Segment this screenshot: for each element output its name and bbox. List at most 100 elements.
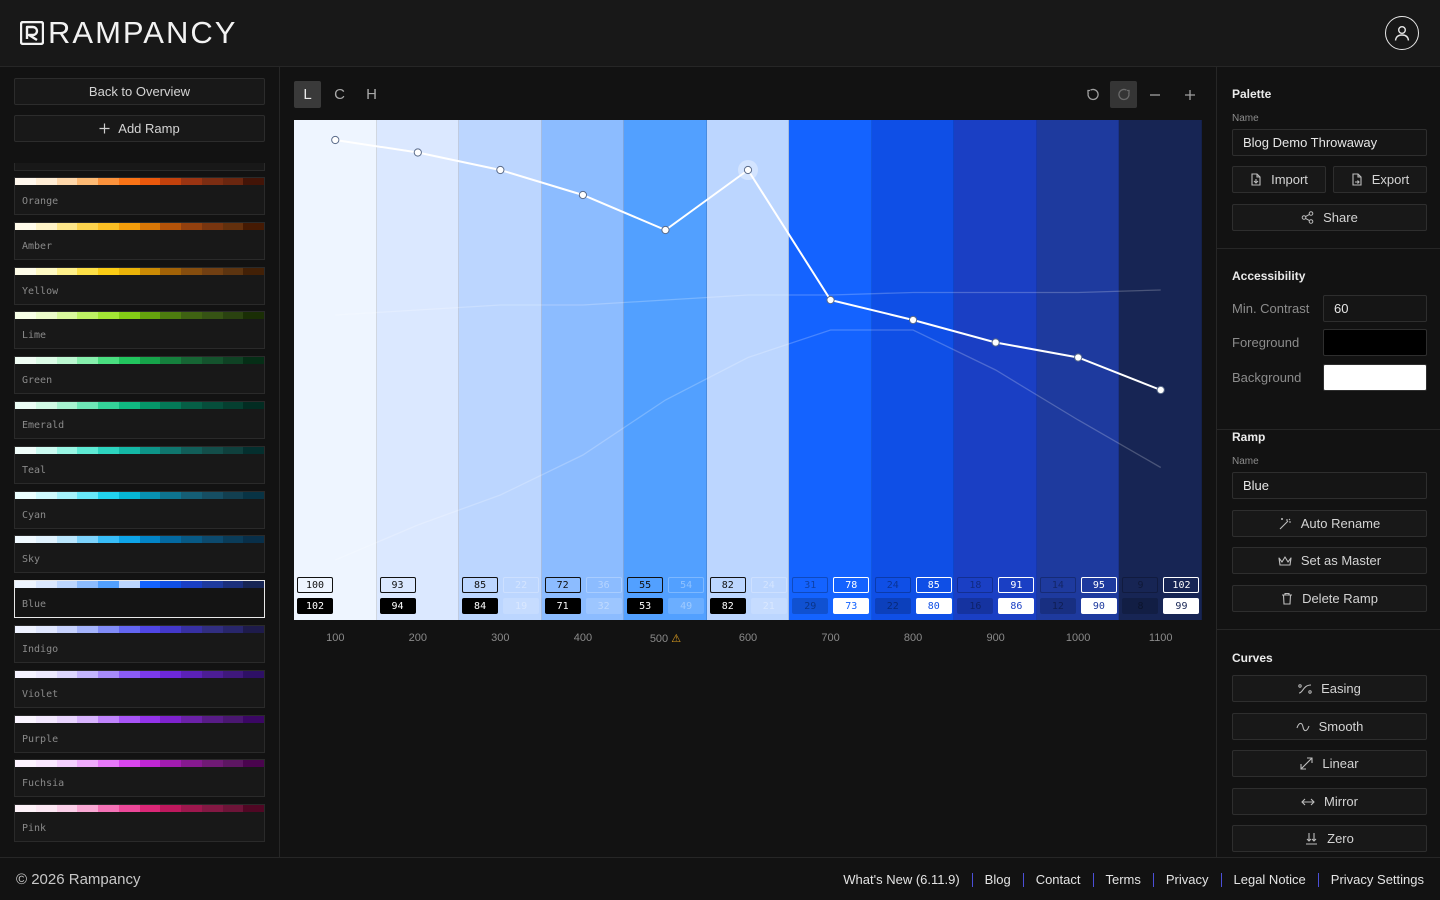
ramp-list-item[interactable]: Lime bbox=[14, 311, 265, 350]
ramp-list[interactable]: Orange Amber Yellow Lime Green Emerald Teal Cya… bbox=[14, 163, 265, 853]
ramp-list-item[interactable]: Sky bbox=[14, 535, 265, 574]
ramp-swatch bbox=[15, 178, 36, 185]
ramp-swatch bbox=[222, 357, 244, 365]
file-export-icon bbox=[1352, 173, 1362, 186]
curve-control-point[interactable] bbox=[1156, 385, 1165, 395]
ramp-swatch bbox=[118, 402, 140, 409]
curve-easing-button[interactable]: Easing bbox=[1232, 675, 1427, 702]
curve-mirror-button[interactable]: Mirror bbox=[1232, 788, 1427, 815]
ramp-swatch bbox=[181, 670, 202, 678]
footer-link[interactable]: Legal Notice bbox=[1234, 872, 1306, 887]
footer-link[interactable]: What's New (6.11.9) bbox=[843, 872, 959, 887]
ramp-name-input[interactable]: Blue bbox=[1232, 472, 1427, 499]
ramp-curve-chart[interactable]: 100 102 93 94 85 84 22 19 72 71 36 32 55 53 54 49 82 82 24… bbox=[294, 120, 1202, 620]
curve-smooth-button[interactable]: Smooth bbox=[1232, 713, 1427, 740]
file-import-icon bbox=[1251, 173, 1261, 186]
axis-tab-chroma[interactable]: C bbox=[326, 81, 353, 108]
curve-control-point[interactable] bbox=[413, 148, 422, 157]
ramp-swatch bbox=[98, 357, 119, 365]
step-label: 100 bbox=[326, 632, 345, 644]
curve-overlay[interactable] bbox=[294, 120, 1202, 620]
axis-tab-hue[interactable]: H bbox=[358, 81, 385, 108]
min-contrast-input[interactable]: 60 bbox=[1323, 295, 1427, 322]
ramp-list-item[interactable]: Orange bbox=[14, 177, 265, 215]
redo-button[interactable] bbox=[1110, 81, 1137, 108]
curve-control-point[interactable] bbox=[743, 165, 753, 175]
zoom-out-button[interactable] bbox=[1141, 81, 1168, 108]
ramp-swatch bbox=[118, 805, 140, 813]
ramp-list-item[interactable]: Cyan bbox=[14, 490, 265, 529]
ramp-color-strip bbox=[15, 178, 264, 185]
ramp-name: Purple bbox=[22, 733, 59, 745]
ramp-list-item[interactable]: Purple bbox=[14, 714, 265, 753]
curve-control-point[interactable] bbox=[496, 165, 505, 175]
ramp-swatch bbox=[201, 581, 223, 589]
ramp-swatch bbox=[15, 670, 36, 678]
share-button[interactable]: Share bbox=[1232, 204, 1427, 231]
ramp-list-item[interactable]: Teal bbox=[14, 445, 265, 484]
delete-ramp-button[interactable]: Delete Ramp bbox=[1232, 585, 1427, 612]
user-avatar-button[interactable] bbox=[1385, 16, 1419, 50]
ramp-list-item[interactable]: Indigo bbox=[14, 625, 265, 663]
add-ramp-button[interactable]: Add Ramp bbox=[14, 115, 265, 142]
ramp-swatch bbox=[181, 715, 202, 723]
undo-button[interactable] bbox=[1079, 81, 1106, 108]
smooth-label: Smooth bbox=[1318, 719, 1364, 734]
delete-ramp-label: Delete Ramp bbox=[1302, 591, 1378, 606]
easing-icon bbox=[1298, 683, 1312, 694]
ramp-swatch bbox=[118, 536, 140, 544]
curve-control-point[interactable] bbox=[661, 225, 670, 235]
curve-control-point[interactable] bbox=[1074, 353, 1083, 362]
ramp-list-item[interactable]: Violet bbox=[14, 669, 265, 708]
ramp-swatch bbox=[35, 805, 57, 813]
ramp-list-item[interactable]: Blue bbox=[14, 580, 265, 619]
ramp-swatch bbox=[118, 626, 140, 633]
back-to-overview-button[interactable]: Back to Overview bbox=[14, 78, 265, 105]
background-color-swatch[interactable] bbox=[1323, 364, 1427, 391]
curve-control-point[interactable] bbox=[826, 295, 835, 305]
palette-name-input[interactable]: Blog Demo Throwaway bbox=[1232, 129, 1427, 156]
footer-link[interactable]: Contact bbox=[1036, 872, 1081, 887]
ramp-list-item[interactable]: Pink bbox=[14, 804, 265, 843]
export-button[interactable]: Export bbox=[1333, 166, 1427, 193]
zoom-in-button[interactable] bbox=[1176, 81, 1203, 108]
ramp-swatch bbox=[139, 491, 161, 499]
ramp-swatch bbox=[243, 402, 264, 409]
ramp-list-item[interactable]: Yellow bbox=[14, 266, 265, 305]
curves-section: Curves Easing Smooth Linear Mirror Zero bbox=[1217, 629, 1440, 857]
ramp-list-item[interactable]: Emerald bbox=[14, 401, 265, 439]
footer-link[interactable]: Privacy Settings bbox=[1331, 872, 1424, 887]
ramp-swatch bbox=[139, 715, 161, 723]
ramp-swatch bbox=[243, 626, 264, 633]
axis-tab-lightness[interactable]: L bbox=[294, 81, 321, 108]
palette-title: Palette bbox=[1232, 87, 1272, 101]
ramp-swatch bbox=[56, 312, 78, 320]
ramp-swatch bbox=[56, 222, 78, 230]
ramp-swatch bbox=[243, 715, 264, 723]
foreground-color-swatch[interactable] bbox=[1323, 329, 1427, 356]
logo[interactable]: RAMPANCY bbox=[20, 16, 237, 50]
ramp-swatch bbox=[118, 715, 140, 723]
curve-zero-button[interactable]: Zero bbox=[1232, 825, 1427, 852]
import-button[interactable]: Import bbox=[1232, 166, 1326, 193]
ramp-swatch bbox=[222, 267, 244, 275]
set-as-master-button[interactable]: Set as Master bbox=[1232, 547, 1427, 574]
ramp-list-item[interactable]: Fuchsia bbox=[14, 759, 265, 798]
ramp-color-strip bbox=[15, 536, 264, 544]
ramp-list-item[interactable]: Green bbox=[14, 356, 265, 395]
ramp-list-item[interactable] bbox=[14, 163, 265, 171]
curve-control-point[interactable] bbox=[578, 190, 588, 200]
curve-linear-button[interactable]: Linear bbox=[1232, 750, 1427, 777]
footer-link[interactable]: Blog bbox=[985, 872, 1011, 887]
footer-link[interactable]: Terms bbox=[1106, 872, 1141, 887]
curve-control-point[interactable] bbox=[991, 338, 1000, 347]
ramp-list-item[interactable]: Amber bbox=[14, 221, 265, 260]
ramp-swatch bbox=[56, 178, 78, 185]
auto-rename-button[interactable]: Auto Rename bbox=[1232, 510, 1427, 537]
footer-link[interactable]: Privacy bbox=[1166, 872, 1209, 887]
import-label: Import bbox=[1271, 172, 1308, 187]
curve-control-point[interactable] bbox=[908, 315, 918, 325]
ramp-swatch bbox=[139, 626, 161, 633]
curve-control-point[interactable] bbox=[331, 135, 340, 145]
ramp-swatch bbox=[201, 626, 223, 633]
